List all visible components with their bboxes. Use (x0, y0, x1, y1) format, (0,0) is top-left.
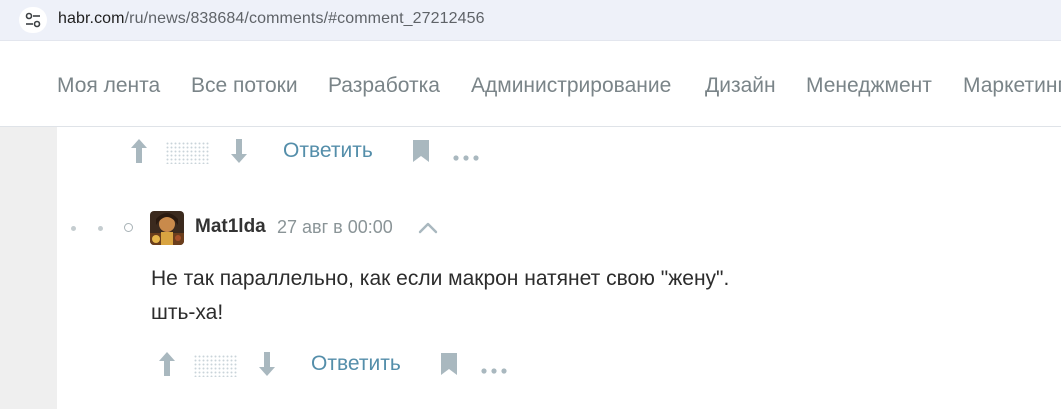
browser-address-bar[interactable]: habr.com/ru/news/838684/comments/#commen… (0, 0, 1061, 41)
more-icon[interactable] (481, 361, 507, 379)
arrow-down-icon[interactable] (230, 138, 248, 169)
nav-item-marketing[interactable]: Маркетинг (963, 74, 1061, 98)
url-text[interactable]: habr.com/ru/news/838684/comments/#commen… (58, 10, 485, 28)
thread-level-dot (71, 226, 76, 231)
nav-item-design[interactable]: Дизайн (705, 74, 776, 98)
nav-item-administration[interactable]: Администрирование (471, 74, 671, 98)
more-icon[interactable] (453, 148, 479, 166)
arrow-up-icon[interactable] (158, 351, 176, 382)
url-host: habr.com (58, 10, 125, 27)
score-hidden-icon (194, 355, 238, 377)
score-hidden-icon (166, 142, 210, 164)
reply-button[interactable]: Ответить (283, 139, 373, 163)
comment-body: Не так параллельно, как если макрон натя… (151, 262, 729, 330)
bookmark-icon[interactable] (440, 352, 458, 381)
avatar[interactable] (150, 211, 184, 245)
nav-item-development[interactable]: Разработка (328, 74, 440, 98)
arrow-down-icon[interactable] (258, 351, 276, 382)
thread-current-ring[interactable] (124, 223, 133, 232)
comment-line: шть-ха! (151, 301, 224, 324)
thread-level-dot (98, 226, 103, 231)
url-path: /ru/news/838684/comments/#comment_272124… (124, 10, 485, 27)
comment-author[interactable]: Mat1lda (195, 216, 266, 238)
left-gutter (0, 127, 57, 409)
nav-item-management[interactable]: Менеджмент (806, 74, 932, 98)
flows-navigation: Моя лента Все потоки Разработка Админист… (0, 48, 1061, 127)
comment-line: Не так параллельно, как если макрон натя… (151, 267, 730, 290)
parent-comment-actions: Ответить (130, 136, 490, 166)
nav-item-all-flows[interactable]: Все потоки (191, 74, 298, 98)
nav-item-my-feed[interactable]: Моя лента (57, 74, 160, 98)
bookmark-icon[interactable] (412, 139, 430, 168)
comment-timestamp[interactable]: 27 авг в 00:00 (277, 217, 393, 238)
arrow-up-icon[interactable] (130, 138, 148, 169)
site-settings-icon[interactable] (19, 7, 47, 33)
chevron-up-icon[interactable] (418, 221, 438, 240)
comment-actions: Ответить (158, 349, 518, 379)
reply-button[interactable]: Ответить (311, 352, 401, 376)
